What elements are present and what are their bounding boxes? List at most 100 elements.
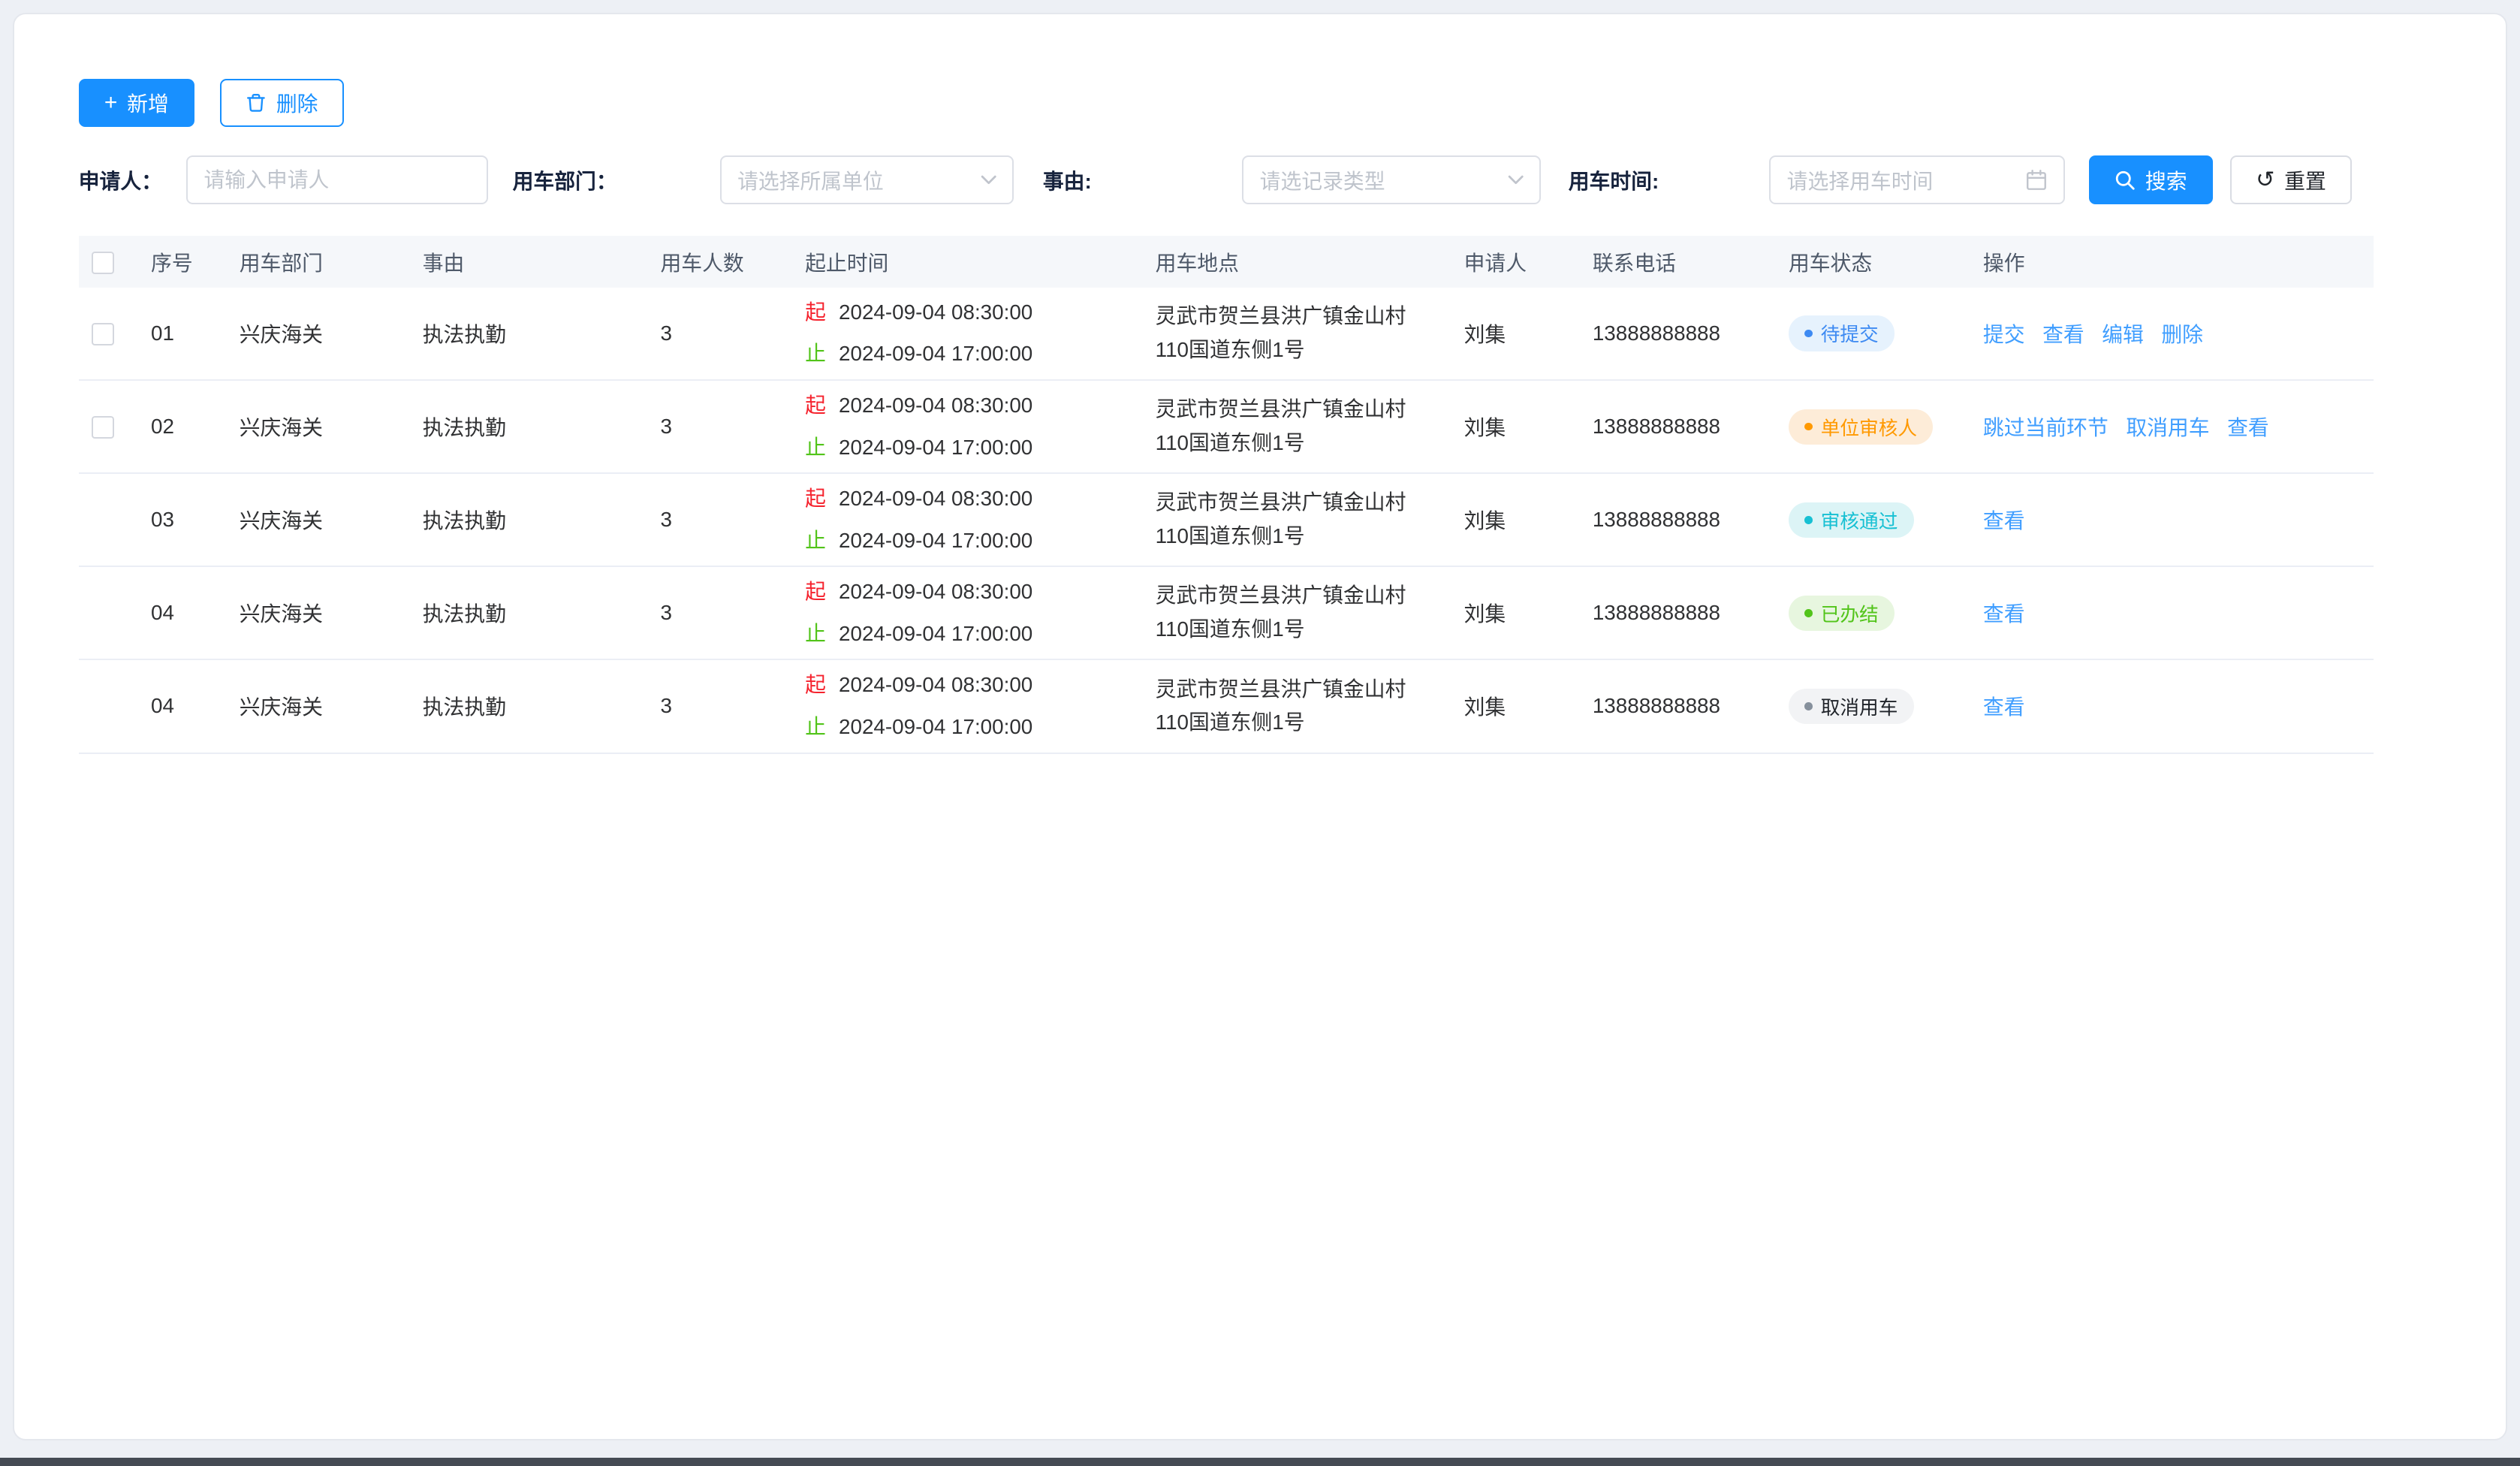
table-row: 04 兴庆海关 执法执勤 3 起2024-09-04 08:30:00 止202… [79,567,2374,660]
reset-button[interactable]: ↺ 重置 [2230,155,2352,204]
row-checkbox[interactable] [92,323,114,345]
cell-index: 01 [151,321,240,345]
start-time: 2024-09-04 08:30:00 [839,673,1032,696]
table-row: 03 兴庆海关 执法执勤 3 起2024-09-04 08:30:00 止202… [79,474,2374,567]
plus-icon: + [104,92,118,114]
time-date-picker[interactable]: 请选择用车时间 [1769,155,2065,204]
cell-people: 3 [660,601,805,625]
cell-actions: 提交 查看 编辑 删除 [1983,318,2374,348]
filter-bar: 申请人： 用车部门： 请选择所属单位 事由: 请选记录类型 [79,155,2442,204]
window-bottom-edge [0,1458,2520,1466]
cell-people: 3 [660,508,805,532]
reason-label: 事由: [1043,165,1242,195]
start-prefix: 起 [805,673,826,696]
delete-button[interactable]: 删除 [220,79,343,127]
action-edit-link[interactable]: 编辑 [2102,318,2144,348]
reason-select[interactable]: 请选记录类型 [1242,155,1541,204]
cell-actions: 查看 [1983,598,2374,628]
end-time: 2024-09-04 17:00:00 [839,529,1032,552]
filter-time: 用车时间: 请选择用车时间 [1569,155,2065,204]
cell-phone: 13888888888 [1593,508,1789,532]
cell-people: 3 [660,415,805,439]
cell-status: 取消用车 [1789,689,1983,724]
toolbar: + 新增 删除 [79,79,2442,127]
filter-department: 用车部门： 请选择所属单位 [513,155,1014,204]
cell-status: 待提交 [1789,315,1983,351]
cell-location: 灵武市贺兰县洪广镇金山村 110国道东侧1号 [1156,393,1464,460]
status-dot-icon [1804,609,1813,617]
cell-actions: 跳过当前环节 取消用车 查看 [1983,412,2374,442]
col-index: 序号 [151,247,240,277]
start-time: 2024-09-04 08:30:00 [839,394,1032,417]
cell-reason: 执法执勤 [423,505,661,535]
filter-reason: 事由: 请选记录类型 [1043,155,1541,204]
action-skip-current-step-link[interactable]: 跳过当前环节 [1983,412,2109,442]
cell-phone: 13888888888 [1593,415,1789,439]
cell-location: 灵武市贺兰县洪广镇金山村 110国道东侧1号 [1156,673,1464,741]
cell-time-range: 起2024-09-04 08:30:00 止2024-09-04 17:00:0… [805,669,1156,743]
cell-location: 灵武市贺兰县洪广镇金山村 110国道东侧1号 [1156,486,1464,554]
applicant-input[interactable] [186,155,488,204]
search-button[interactable]: 搜索 [2089,155,2212,204]
action-view-link[interactable]: 查看 [2042,318,2084,348]
action-view-link[interactable]: 查看 [1983,691,2025,721]
col-phone: 联系电话 [1593,247,1789,277]
reset-button-label: 重置 [2284,165,2326,195]
reason-select-placeholder: 请选记录类型 [1260,165,1385,195]
col-reason: 事由 [423,247,661,277]
chevron-down-icon [981,175,996,185]
vehicle-request-table: 序号 用车部门 事由 用车人数 起止时间 用车地点 申请人 联系电话 用车状态 … [79,236,2374,753]
col-time-range: 起止时间 [805,247,1156,277]
cell-applicant: 刘集 [1464,691,1593,721]
status-badge: 单位审核人 [1789,409,1934,445]
cell-department: 兴庆海关 [240,691,423,721]
end-time: 2024-09-04 17:00:00 [839,436,1032,459]
col-actions: 操作 [1983,247,2374,277]
cell-applicant: 刘集 [1464,505,1593,535]
status-dot-icon [1804,516,1813,524]
action-view-link[interactable]: 查看 [1983,598,2025,628]
cell-status: 审核通过 [1789,502,1983,538]
status-dot-icon [1804,423,1813,431]
action-submit-link[interactable]: 提交 [1983,318,2025,348]
end-time: 2024-09-04 17:00:00 [839,342,1032,365]
cell-applicant: 刘集 [1464,318,1593,348]
trash-icon [246,92,267,113]
status-badge: 已办结 [1789,596,1895,631]
cell-time-range: 起2024-09-04 08:30:00 止2024-09-04 17:00:0… [805,576,1156,650]
applicant-label: 申请人： [79,165,186,195]
col-applicant: 申请人 [1464,247,1593,277]
cell-time-range: 起2024-09-04 08:30:00 止2024-09-04 17:00:0… [805,297,1156,370]
col-people: 用车人数 [660,247,805,277]
cell-reason: 执法执勤 [423,598,661,628]
start-time: 2024-09-04 08:30:00 [839,487,1032,510]
cell-department: 兴庆海关 [240,318,423,348]
cell-status: 已办结 [1789,596,1983,631]
cell-people: 3 [660,321,805,345]
row-checkbox[interactable] [92,416,114,439]
cell-time-range: 起2024-09-04 08:30:00 止2024-09-04 17:00:0… [805,390,1156,463]
end-prefix: 止 [805,342,826,365]
table-row: 04 兴庆海关 执法执勤 3 起2024-09-04 08:30:00 止202… [79,660,2374,753]
cell-phone: 13888888888 [1593,321,1789,345]
status-badge: 待提交 [1789,315,1895,351]
table-row: 01 兴庆海关 执法执勤 3 起2024-09-04 08:30:00 止202… [79,288,2374,381]
action-cancel-vehicle-link[interactable]: 取消用车 [2126,412,2209,442]
department-select[interactable]: 请选择所属单位 [720,155,1014,204]
add-button[interactable]: + 新增 [79,79,194,127]
cell-applicant: 刘集 [1464,412,1593,442]
cell-department: 兴庆海关 [240,505,423,535]
cell-actions: 查看 [1983,505,2374,535]
filter-applicant: 申请人： [79,155,489,204]
add-button-label: 新增 [127,88,169,118]
action-delete-link[interactable]: 删除 [2161,318,2203,348]
action-view-link[interactable]: 查看 [1983,505,2025,535]
table-header-row: 序号 用车部门 事由 用车人数 起止时间 用车地点 申请人 联系电话 用车状态 … [79,236,2374,287]
select-all-checkbox[interactable] [92,252,114,274]
start-prefix: 起 [805,487,826,510]
col-status: 用车状态 [1789,247,1983,277]
start-prefix: 起 [805,394,826,417]
action-view-link[interactable]: 查看 [2227,412,2269,442]
cell-time-range: 起2024-09-04 08:30:00 止2024-09-04 17:00:0… [805,483,1156,557]
cell-index: 03 [151,508,240,532]
